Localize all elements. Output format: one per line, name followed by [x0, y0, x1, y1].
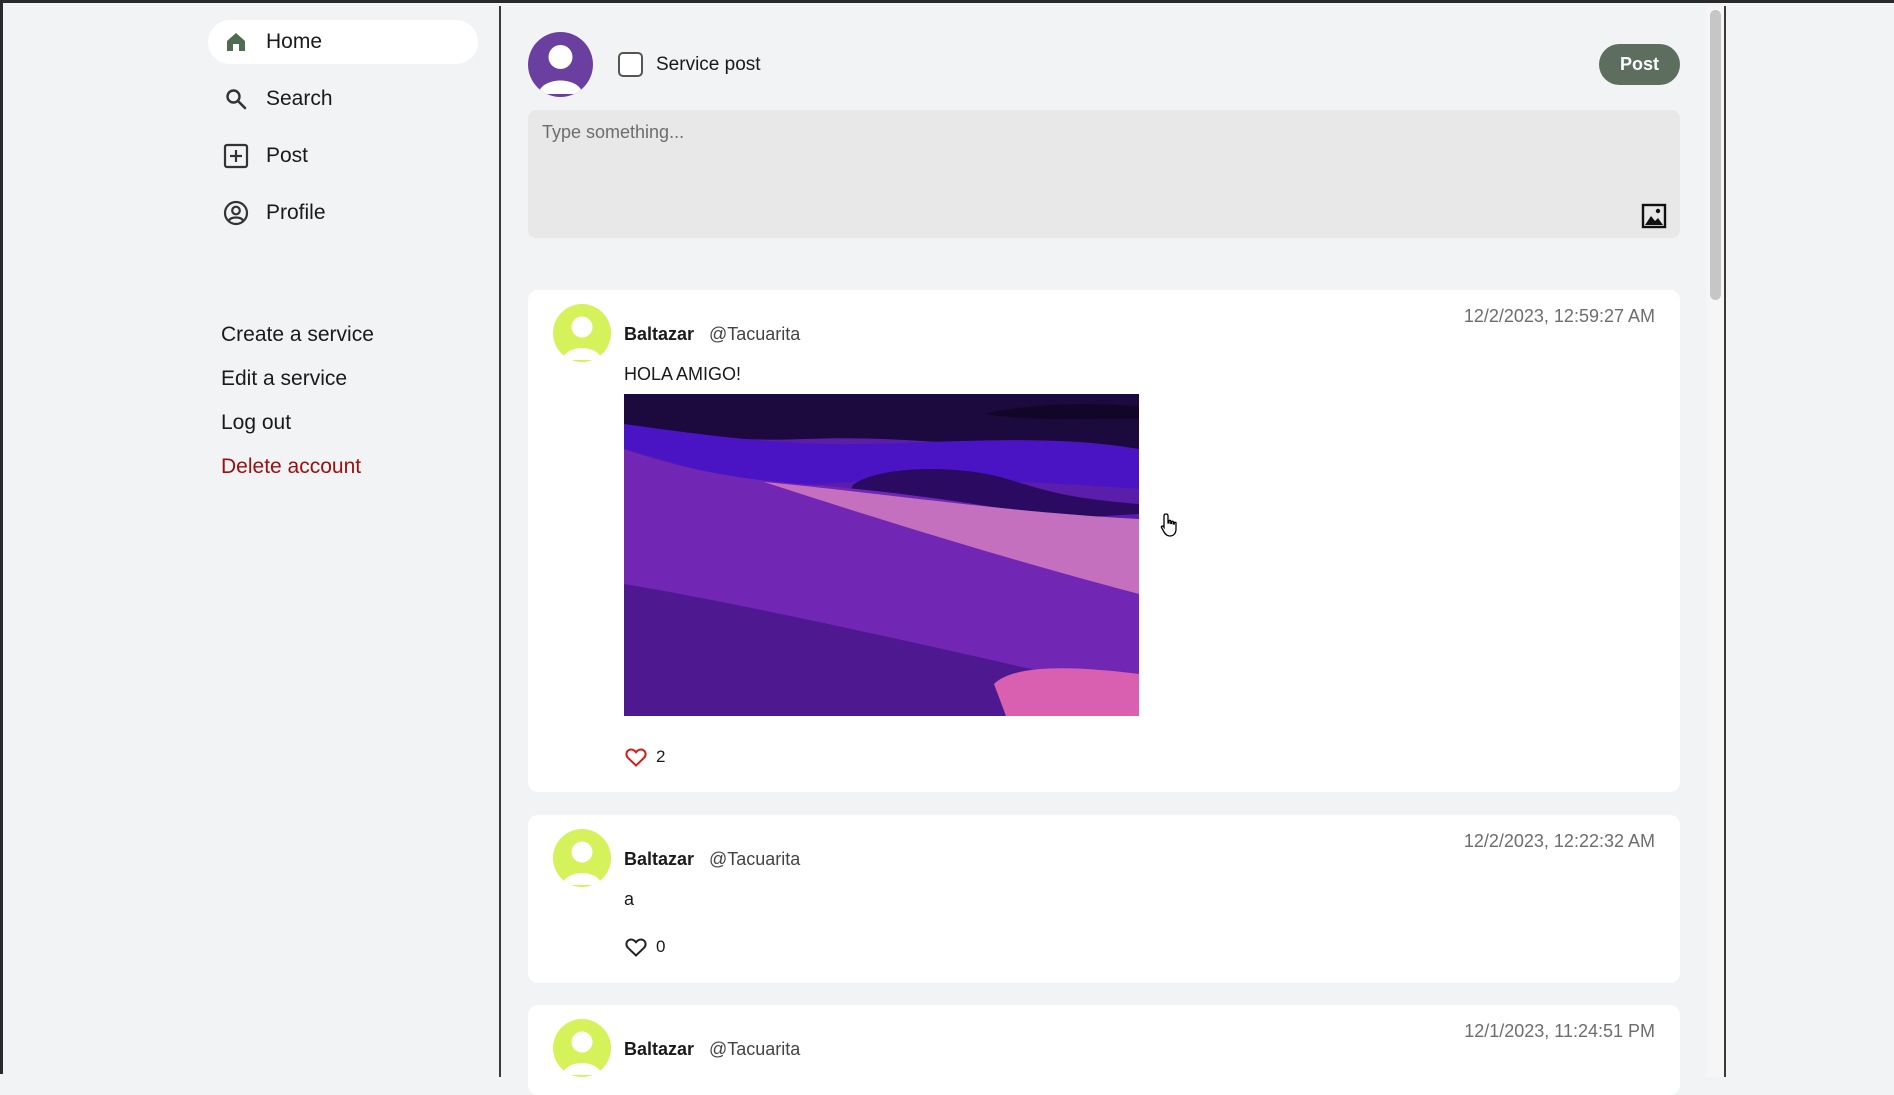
post-card: Baltazar @Tacuarita 12/1/2023, 11:24:51 … [528, 1005, 1680, 1095]
like-count: 0 [656, 937, 666, 956]
nav-item-profile[interactable]: Profile [208, 191, 478, 235]
author-handle[interactable]: @Tacuarita [709, 324, 800, 345]
scrollbar[interactable] [1706, 6, 1726, 1077]
sidebar: Home Search Post Profile Create a servic… [6, 6, 501, 1077]
right-panel [1728, 6, 1894, 1077]
main-feed: Service post Post Baltazar @Tacuarita 12… [503, 6, 1708, 1095]
author-handle[interactable]: @Tacuarita [709, 849, 800, 870]
plus-square-icon [222, 142, 250, 170]
nav-item-post[interactable]: Post [208, 134, 478, 178]
user-avatar-icon [538, 45, 583, 94]
nav-label-search: Search [266, 87, 333, 110]
nav-label-home: Home [266, 30, 323, 53]
author-name[interactable]: Baltazar [624, 849, 694, 870]
like-count: 2 [656, 747, 666, 766]
post-image[interactable] [624, 394, 1139, 716]
post-timestamp: 12/2/2023, 12:22:32 AM [1463, 831, 1655, 851]
author-handle[interactable]: @Tacuarita [709, 1039, 800, 1060]
post-card: Baltazar @Tacuarita 12/2/2023, 12:22:32 … [528, 815, 1680, 983]
post-text-input[interactable] [528, 110, 1680, 238]
log-out-link[interactable]: Log out [221, 411, 291, 435]
service-post-label: Service post [656, 54, 761, 75]
post-card: Baltazar @Tacuarita 12/2/2023, 12:59:27 … [528, 290, 1680, 792]
avatar [553, 1019, 611, 1077]
nav-label-profile: Profile [266, 201, 326, 224]
post-timestamp: 12/1/2023, 11:24:51 PM [1464, 1021, 1655, 1041]
nav-item-search[interactable]: Search [208, 77, 478, 121]
avatar [553, 304, 611, 362]
author-name[interactable]: Baltazar [624, 324, 694, 345]
user-avatar-icon [562, 1031, 602, 1075]
search-icon [222, 85, 250, 113]
nav-item-home[interactable]: Home [208, 20, 478, 64]
avatar [553, 829, 611, 887]
create-service-link[interactable]: Create a service [221, 323, 374, 347]
composer-box [528, 110, 1680, 238]
app-window: Home Search Post Profile Create a servic… [0, 0, 1894, 1095]
user-circle-icon [222, 199, 250, 227]
post-button[interactable]: Post [1599, 44, 1680, 85]
avatar [528, 32, 593, 97]
heart-icon[interactable] [624, 745, 648, 769]
edit-service-link[interactable]: Edit a service [221, 367, 347, 391]
scrollbar-thumb[interactable] [1710, 10, 1721, 300]
like-row: 0 [624, 935, 665, 959]
author-name[interactable]: Baltazar [624, 1039, 694, 1060]
post-timestamp: 12/2/2023, 12:59:27 AM [1463, 306, 1655, 326]
like-row: 2 [624, 745, 665, 769]
post-text: HOLA AMIGO! [624, 364, 742, 384]
nav-label-post: Post [266, 144, 309, 167]
service-post-checkbox[interactable] [618, 52, 643, 77]
post-text: a [624, 889, 635, 909]
image-upload-icon[interactable] [1641, 203, 1667, 229]
user-avatar-icon [562, 841, 602, 885]
user-avatar-icon [562, 316, 602, 360]
delete-account-link[interactable]: Delete account [221, 455, 361, 479]
home-icon [222, 28, 250, 56]
heart-icon[interactable] [624, 935, 648, 959]
